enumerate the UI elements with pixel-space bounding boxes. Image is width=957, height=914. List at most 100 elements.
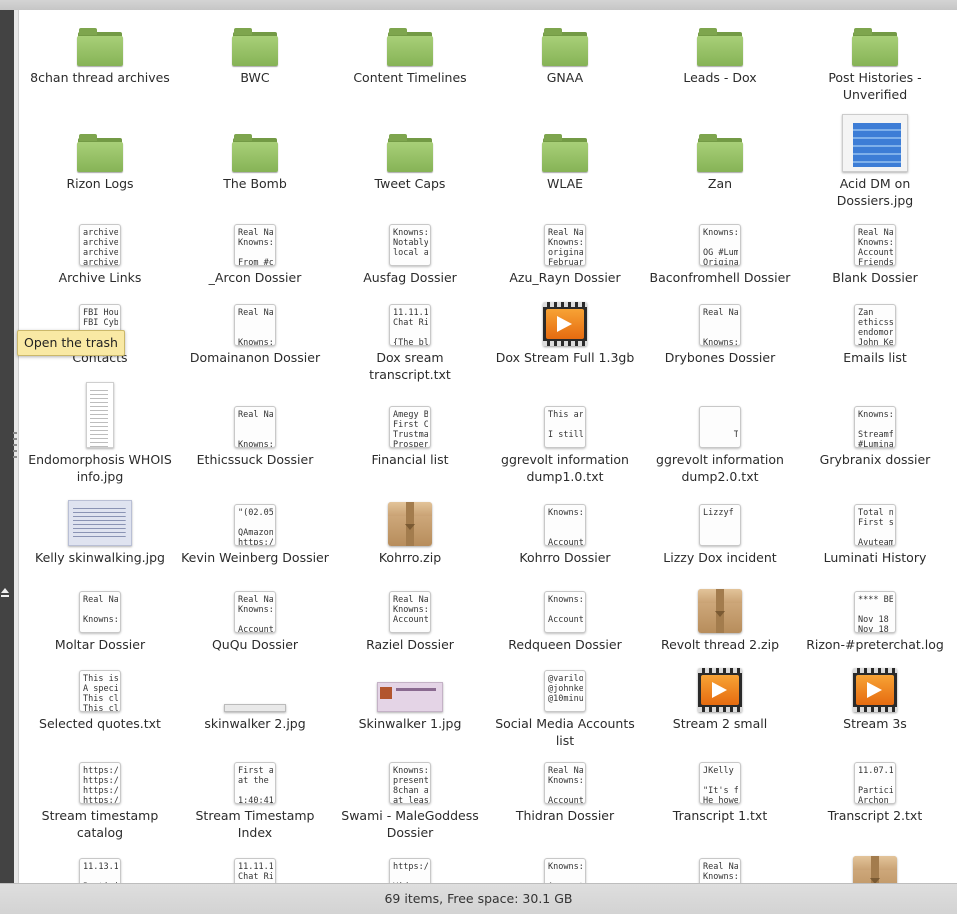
file-item[interactable]: @varilo @johnke @10minu Social Media Accoun… <box>490 670 640 749</box>
text-file-icon: https:/Vid <box>389 858 431 883</box>
file-item[interactable]: Knowns: Account Redqueen Dossier <box>490 591 640 653</box>
text-file-icon: Real NamKnowns:AccountFriends <box>854 224 896 266</box>
file-item[interactable]: Total n First s Avuteam Luminati History <box>800 504 950 566</box>
text-file-icon: Knowns:Account <box>544 504 586 546</box>
text-file-icon: "(02.05 QAmazon https:/ <box>234 504 276 546</box>
text-file-icon: 11.13.1Partici <box>79 858 121 883</box>
folder-icon <box>77 28 123 66</box>
file-item[interactable]: Zan ethicss endomor John Ke Emails list <box>800 304 950 366</box>
text-file-icon: 11.11.1 Chat Ri <box>234 858 276 883</box>
file-item[interactable]: Stream 3s <box>800 668 950 732</box>
file-item[interactable]: Stream 2 small <box>645 668 795 732</box>
folder-icon <box>697 134 743 172</box>
file-item[interactable]: Real NamKnowns:Account QuQu Dossier <box>180 591 330 653</box>
text-file-icon: Real NamKnowns: <box>79 591 121 633</box>
file-item-label: Zan <box>707 176 733 191</box>
file-item[interactable]: Acid DM on Dossiers.jpg <box>800 114 950 209</box>
file-item[interactable]: Thi ggrevolt information dump2.0.txt <box>645 406 795 485</box>
file-item[interactable]: 11.11.1 Chat Ri {The bl Dox sream transcrip… <box>335 304 485 383</box>
file-item[interactable]: Real NamKnowns:Account Thidran Dossier <box>490 762 640 824</box>
file-item[interactable]: Knowns:Account <box>490 858 640 883</box>
file-item-label: Skinwalker 1.jpg <box>358 716 462 731</box>
file-item[interactable]: First a at the 1:40:41 Stream Timestamp Ind… <box>180 762 330 841</box>
folder-icon <box>852 28 898 66</box>
file-item[interactable]: Real NamKnowns: Drybones Dossier <box>645 304 795 366</box>
file-item-label: Transcript 1.txt <box>672 808 768 823</box>
file-item[interactable]: Kohrro.zip <box>335 502 485 566</box>
file-item[interactable]: Knowns: Account Kohrro Dossier <box>490 504 640 566</box>
image-thumbnail-icon <box>86 382 114 448</box>
folder-icon <box>77 134 123 172</box>
file-item[interactable]: Skinwalker 1.jpg <box>335 682 485 732</box>
file-item[interactable]: 11.07.1 Partici Archon Transcript 2.txt <box>800 762 950 824</box>
file-item[interactable]: JKelly "It's f He howe Transcript 1.txt <box>645 762 795 824</box>
file-item-label: _Arcon Dossier <box>208 270 302 285</box>
file-item[interactable]: Tweet Caps <box>335 132 485 192</box>
image-thumbnail-icon <box>377 682 443 712</box>
file-item[interactable]: Real NamKnowns:From #c _Arcon Dossier <box>180 224 330 286</box>
file-item[interactable]: Real NamKnowns:AccountFriends Blank Dossi… <box>800 224 950 286</box>
file-item-label: Rizon-#preterchat.log <box>806 637 944 652</box>
file-item-label: Drybones Dossier <box>664 350 776 365</box>
folder-icon <box>387 28 433 66</box>
file-item[interactable]: Knowns: Notably local a Ausfag Dossier <box>335 224 485 286</box>
archive-file-icon <box>853 856 897 883</box>
file-item[interactable] <box>800 856 950 883</box>
text-file-icon: 11.07.1 Partici Archon <box>854 762 896 804</box>
file-item[interactable]: Rizon Logs <box>25 132 175 192</box>
file-item[interactable]: This is A speci This cl This cl Selected quo… <box>25 670 175 732</box>
text-file-icon: Real NamKnowns:originaFebruar <box>544 224 586 266</box>
file-item[interactable]: 8chan thread archives <box>25 26 175 86</box>
file-item[interactable]: GNAA <box>490 26 640 86</box>
file-item[interactable]: Real NamKnowns: Ethicssuck Dossier <box>180 406 330 468</box>
file-item[interactable]: Revolt thread 2.zip <box>645 589 795 653</box>
file-item[interactable]: Lizzyf Lizzy Dox incident <box>645 504 795 566</box>
file-item[interactable]: 11.11.1 Chat Ri <box>180 858 330 883</box>
file-item[interactable]: **** BE Nov 18 Nov 18 Rizon-#preterchat.log <box>800 591 950 653</box>
file-item[interactable]: https:/Vid <box>335 858 485 883</box>
text-file-icon: Knowns: present 8chan a at leas <box>389 762 431 804</box>
places-sidebar-edge[interactable] <box>0 10 14 883</box>
text-file-icon: Real NamKnowns: <box>699 858 741 883</box>
image-thumbnail-icon <box>842 114 908 172</box>
file-item[interactable]: Real NamKnowns:originaFebruar Azu_Rayn Do… <box>490 224 640 286</box>
file-item[interactable]: "(02.05 QAmazon https:/ Kevin Weinberg Doss… <box>180 504 330 566</box>
file-item[interactable]: archive archive archive archive Archive Link… <box>25 224 175 286</box>
file-item[interactable]: BWC <box>180 26 330 86</box>
file-item[interactable]: Real NamKnowns: <box>645 858 795 883</box>
file-item[interactable]: https:/https:/https:/https:/ Stream times… <box>25 762 175 841</box>
file-item-label: Kelly skinwalking.jpg <box>35 550 165 565</box>
file-item-label: QuQu Dossier <box>211 637 299 652</box>
text-file-icon: Real NamKnowns:Account <box>544 762 586 804</box>
file-item-label: Swami - MaleGoddess Dossier <box>341 808 479 840</box>
file-icon-view[interactable]: 8chan thread archives BWC Content Timeline… <box>19 10 957 883</box>
file-item[interactable]: Real NamKnowns: Domainanon Dossier <box>180 304 330 366</box>
file-item[interactable]: Amegy B First C Trustma Prosper Financial li… <box>335 406 485 468</box>
file-item-label: Raziel Dossier <box>366 637 454 652</box>
file-item[interactable]: Leads - Dox <box>645 26 795 86</box>
file-item[interactable]: Real NamKnowns:Account Raziel Dossier <box>335 591 485 653</box>
file-item[interactable]: Dox Stream Full 1.3gb <box>490 302 640 366</box>
file-item[interactable]: This ar I still ggrevolt information dump1… <box>490 406 640 485</box>
file-item[interactable]: Knowns: Streamf #Lumina Grybranix dossier <box>800 406 950 468</box>
file-item[interactable]: Kelly skinwalking.jpg <box>25 500 175 566</box>
file-item[interactable]: Zan <box>645 132 795 192</box>
file-item[interactable]: Post Histories - Unverified <box>800 26 950 103</box>
file-item-label: Stream 2 small <box>672 716 768 731</box>
file-item[interactable]: Real NamKnowns: Moltar Dossier <box>25 591 175 653</box>
text-file-icon: Thi <box>699 406 741 448</box>
file-item[interactable]: The Bomb <box>180 132 330 192</box>
text-file-icon: This is A speci This cl This cl <box>79 670 121 712</box>
file-item[interactable]: skinwalker 2.jpg <box>180 704 330 732</box>
file-item[interactable]: WLAE <box>490 132 640 192</box>
file-item[interactable]: Knowns: present 8chan a at leas Swami - Male… <box>335 762 485 841</box>
file-item[interactable]: Knowns: OG #Lum Origina Baconfromhell Dossi… <box>645 224 795 286</box>
pane-resize-handle[interactable] <box>13 432 17 462</box>
file-item[interactable]: Endomorphosis WHOIS info.jpg <box>25 382 175 485</box>
file-item-label: Social Media Accounts list <box>495 716 635 748</box>
eject-icon[interactable] <box>0 586 10 600</box>
text-file-icon: **** BE Nov 18 Nov 18 <box>854 591 896 633</box>
file-item-label: Luminati History <box>823 550 927 565</box>
file-item[interactable]: Content Timelines <box>335 26 485 86</box>
file-item[interactable]: 11.13.1Partici <box>25 858 175 883</box>
